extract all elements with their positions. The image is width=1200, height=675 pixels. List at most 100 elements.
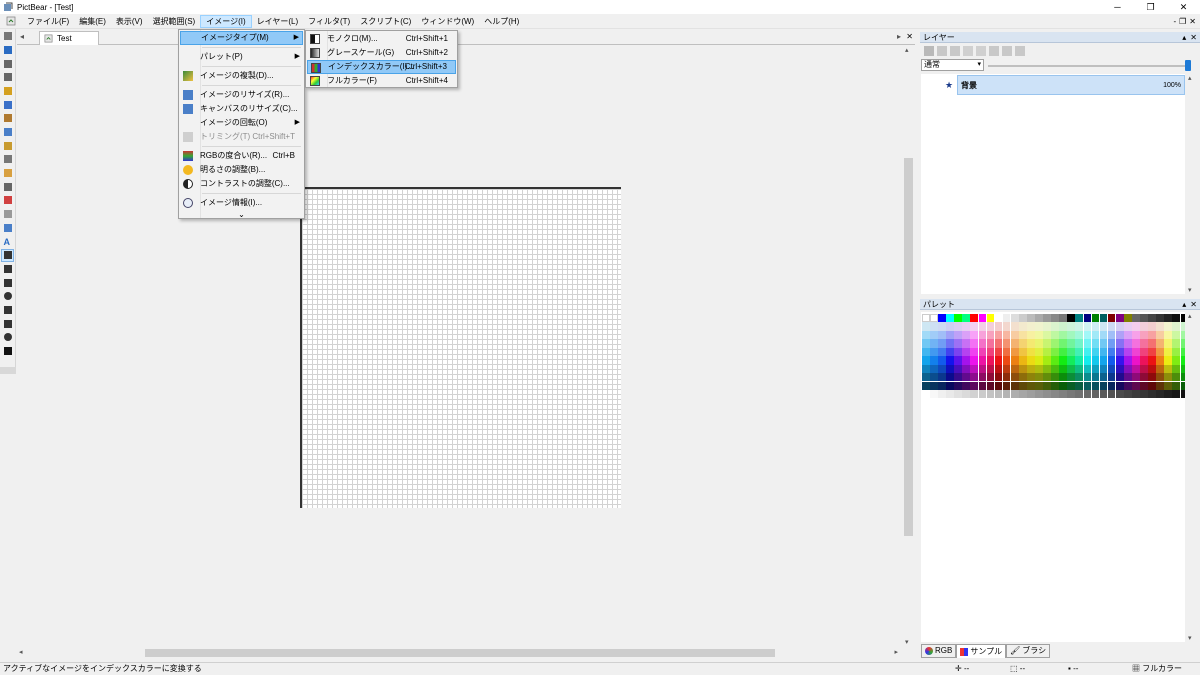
tab-close-button[interactable]: ✕: [906, 32, 913, 41]
palette-swatch[interactable]: [1140, 381, 1148, 390]
layer-list-scrollbar[interactable]: ▴ ▾: [1185, 74, 1198, 294]
palette-swatch[interactable]: [962, 347, 971, 357]
layer-up-icon[interactable]: [963, 46, 973, 56]
scroll-down-arrow[interactable]: ▾: [905, 638, 909, 646]
tab-rgb[interactable]: RGB: [921, 644, 957, 658]
palette-swatch[interactable]: [1115, 373, 1124, 382]
palette-swatch[interactable]: [1018, 390, 1027, 399]
palette-swatch[interactable]: [1067, 373, 1076, 382]
palette-swatch[interactable]: [1059, 347, 1068, 357]
palette-swatch[interactable]: [1059, 390, 1068, 399]
menu-item-image-type[interactable]: イメージタイプ(M) ▶: [180, 31, 303, 45]
palette-swatch[interactable]: [922, 373, 930, 382]
palette-swatch[interactable]: [1140, 314, 1148, 323]
palette-swatch[interactable]: [970, 390, 979, 399]
palette-swatch[interactable]: [962, 356, 971, 365]
palette-swatch[interactable]: [1107, 322, 1116, 331]
tab-prev-arrow[interactable]: ◂: [20, 32, 24, 41]
palette-swatch[interactable]: [1035, 373, 1043, 382]
palette-swatch[interactable]: [1027, 314, 1035, 323]
brush-icon[interactable]: [1, 112, 14, 125]
palette-swatch[interactable]: [946, 347, 954, 357]
palette-swatch[interactable]: [1027, 347, 1035, 357]
palette-swatch[interactable]: [1010, 356, 1019, 365]
palette-swatch[interactable]: [1043, 347, 1051, 357]
maximize-button[interactable]: ❐: [1134, 0, 1167, 14]
palette-swatch[interactable]: [962, 322, 971, 331]
palette-swatch[interactable]: [962, 330, 971, 340]
palette-swatch[interactable]: [962, 390, 971, 399]
palette-swatch[interactable]: [1123, 330, 1132, 340]
palette-swatch[interactable]: [986, 381, 995, 390]
palette-swatch[interactable]: [1075, 373, 1084, 382]
rect-select-icon[interactable]: [1, 71, 14, 84]
palette-scrollbar[interactable]: ▴ ▾: [1185, 312, 1198, 642]
palette-swatch[interactable]: [1140, 373, 1148, 382]
palette-swatch[interactable]: [1051, 381, 1059, 390]
palette-swatch[interactable]: [1164, 347, 1173, 357]
palette-swatch[interactable]: [922, 364, 930, 373]
palette-swatch[interactable]: [1164, 314, 1173, 323]
palette-swatch[interactable]: [1132, 314, 1140, 323]
palette-swatch[interactable]: [1148, 330, 1156, 340]
rectangle-icon[interactable]: [1, 276, 14, 289]
palette-swatch[interactable]: [1132, 356, 1140, 365]
palette-swatch[interactable]: [1075, 381, 1084, 390]
palette-swatch[interactable]: [1059, 339, 1068, 348]
palette-swatch[interactable]: [922, 314, 930, 323]
palette-swatch[interactable]: [946, 339, 954, 348]
menu-expand-more-icon[interactable]: ⌄: [180, 210, 303, 220]
layer-opacity-slider[interactable]: [988, 60, 1191, 71]
palette-swatch[interactable]: [1035, 339, 1043, 348]
palette-swatch[interactable]: [1107, 364, 1116, 373]
palette-swatch[interactable]: [1018, 322, 1027, 331]
palette-swatch[interactable]: [1164, 339, 1173, 348]
color-palette-grid[interactable]: [922, 314, 1189, 399]
palette-swatch[interactable]: [1148, 381, 1156, 390]
palette-swatch[interactable]: [962, 373, 971, 382]
palette-swatch[interactable]: [1115, 330, 1124, 340]
palette-swatch[interactable]: [922, 339, 930, 348]
palette-swatch[interactable]: [1002, 339, 1011, 348]
palette-swatch[interactable]: [1123, 364, 1132, 373]
palette-swatch[interactable]: [954, 364, 962, 373]
palette-swatch[interactable]: [1123, 339, 1132, 348]
filled-ellipse-icon[interactable]: [1, 331, 14, 344]
palette-swatch[interactable]: [1035, 330, 1043, 340]
palette-swatch[interactable]: [1172, 314, 1181, 323]
palette-swatch[interactable]: [1010, 381, 1019, 390]
palette-swatch[interactable]: [978, 347, 987, 357]
palette-swatch[interactable]: [1067, 330, 1076, 340]
palette-swatch[interactable]: [930, 373, 938, 382]
palette-swatch[interactable]: [1140, 364, 1148, 373]
palette-swatch[interactable]: [930, 390, 938, 399]
palette-swatch[interactable]: [1027, 322, 1035, 331]
palette-swatch[interactable]: [938, 314, 946, 323]
palette-swatch[interactable]: [1083, 314, 1092, 323]
palette-swatch[interactable]: [1115, 364, 1124, 373]
palette-swatch[interactable]: [1035, 322, 1043, 331]
palette-swatch[interactable]: [986, 339, 995, 348]
marker-icon[interactable]: [1, 167, 14, 180]
palette-swatch[interactable]: [1164, 322, 1173, 331]
palette-swatch[interactable]: [994, 339, 1003, 348]
palette-swatch[interactable]: [1148, 364, 1156, 373]
palette-swatch[interactable]: [1067, 339, 1076, 348]
blend-mode-select[interactable]: 通常 ▾: [921, 59, 984, 71]
palette-swatch[interactable]: [1115, 339, 1124, 348]
menu-item-palette[interactable]: パレット(P) ▶: [180, 50, 303, 64]
palette-swatch[interactable]: [1148, 390, 1156, 399]
scroll-up-arrow[interactable]: ▴: [905, 46, 909, 54]
palette-swatch[interactable]: [1043, 373, 1051, 382]
palette-swatch[interactable]: [1018, 364, 1027, 373]
palette-swatch[interactable]: [938, 381, 946, 390]
palette-swatch[interactable]: [1115, 347, 1124, 357]
palette-swatch[interactable]: [970, 356, 979, 365]
palette-swatch[interactable]: [946, 314, 954, 323]
palette-swatch[interactable]: [938, 347, 946, 357]
palette-swatch[interactable]: [1083, 356, 1092, 365]
minimize-button[interactable]: ─: [1101, 0, 1134, 14]
palette-swatch[interactable]: [1107, 356, 1116, 365]
dropper-icon[interactable]: [1, 180, 14, 193]
palette-swatch[interactable]: [930, 381, 938, 390]
